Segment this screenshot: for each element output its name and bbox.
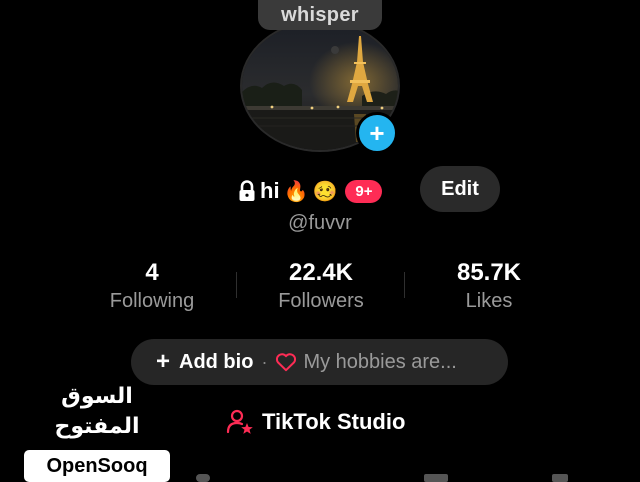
edit-profile-button[interactable]: Edit [420, 166, 500, 212]
separator-dot: · [261, 351, 268, 372]
stat-divider [404, 272, 405, 298]
username-text: @fuvvr [288, 212, 352, 234]
stat-following[interactable]: 4 Following [72, 258, 232, 314]
tab-lock-icon[interactable] [196, 474, 210, 482]
notification-badge[interactable]: 9+ [345, 179, 383, 203]
watermark-logo: OpenSooq [24, 450, 170, 482]
woozy-face-emoji: 🥴 [312, 179, 338, 203]
likes-count: 85.7K [456, 259, 522, 286]
following-count: 4 [145, 259, 159, 286]
note-bubble[interactable]: whisper [258, 0, 382, 30]
username: @fuvvr [0, 212, 640, 235]
fire-emoji: 🔥 [283, 179, 309, 203]
tiktok-studio-label: TikTok Studio [262, 409, 406, 434]
hobbies-placeholder: My hobbies are... [303, 350, 457, 373]
stat-likes[interactable]: 85.7K Likes [409, 258, 569, 314]
add-avatar-button[interactable]: + [356, 112, 398, 154]
tab-saved-icon[interactable] [424, 474, 448, 482]
lock-icon [239, 180, 255, 201]
followers-count: 22.4K [288, 259, 354, 286]
stat-followers[interactable]: 22.4K Followers [241, 258, 401, 314]
opensooq-watermark: السوق المفتوح OpenSooq [24, 382, 170, 482]
note-tail-dot [331, 46, 339, 54]
likes-label: Likes [465, 290, 513, 312]
creator-star-icon [226, 409, 253, 434]
tiktok-studio-link[interactable]: TikTok Studio [226, 404, 405, 440]
note-text: whisper [281, 3, 359, 26]
plus-icon: + [155, 348, 170, 375]
add-bio-label: Add bio [179, 350, 254, 373]
stat-divider [236, 272, 237, 298]
heart-icon [276, 353, 297, 372]
display-name-row: hi 🔥 🥴 9+ [238, 170, 383, 212]
watermark-arabic-text: السوق المفتوح [54, 384, 140, 439]
followers-label: Followers [278, 290, 364, 312]
add-bio-button[interactable]: + Add bio · My hobbies are... [131, 339, 508, 385]
display-name: hi [260, 178, 280, 203]
tab-liked-icon[interactable] [552, 474, 568, 482]
plus-icon: + [369, 118, 385, 148]
following-label: Following [109, 290, 195, 312]
